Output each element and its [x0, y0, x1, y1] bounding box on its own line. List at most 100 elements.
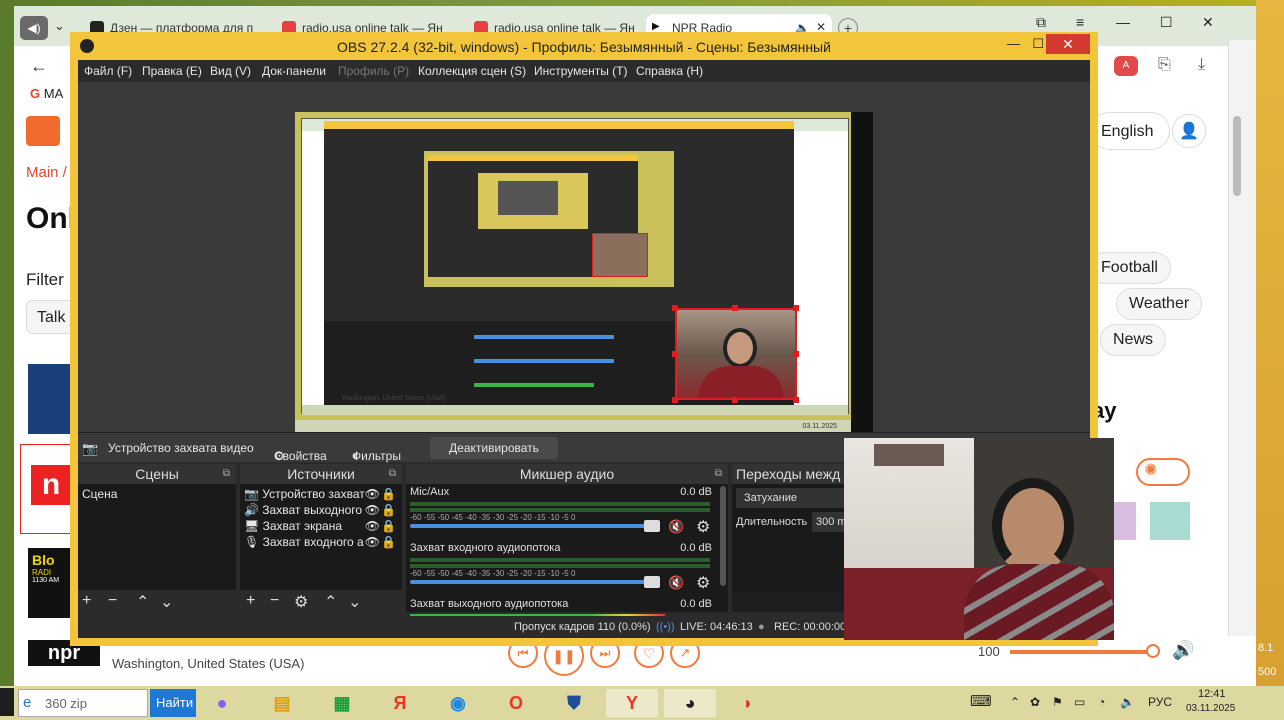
- network-icon[interactable]: ▭: [1074, 695, 1085, 709]
- menu-scene-collection[interactable]: Коллекция сцен (S): [418, 64, 526, 78]
- gmail-bookmark[interactable]: G MA: [30, 86, 63, 101]
- chevron-down-icon[interactable]: ⌄: [54, 18, 65, 34]
- menu-tools[interactable]: Инструменты (T): [534, 64, 627, 78]
- vpn-shield-icon[interactable]: ⛊: [548, 689, 600, 717]
- deactivate-button[interactable]: Деактивировать: [430, 437, 558, 459]
- volume-knob[interactable]: [644, 576, 660, 588]
- user-icon[interactable]: 👤: [1172, 114, 1206, 148]
- lock-icon[interactable]: 🔒: [381, 502, 396, 518]
- resize-handle[interactable]: [732, 397, 738, 403]
- minimize-icon[interactable]: —: [1116, 14, 1130, 30]
- add-icon[interactable]: +: [82, 592, 91, 610]
- obs-maximize-icon[interactable]: ☐: [1032, 36, 1044, 52]
- yandex-icon[interactable]: Я: [374, 689, 426, 717]
- eye-icon[interactable]: 👁: [365, 502, 380, 518]
- obs-icon[interactable]: ◕: [664, 689, 716, 717]
- volume-slider[interactable]: [410, 580, 650, 584]
- clock-time[interactable]: 12:41: [1198, 688, 1226, 700]
- speaker-icon[interactable]: 🔈: [1120, 695, 1135, 709]
- obs-preview-canvas[interactable]: Washington, United States (USA) 03.11.20: [295, 112, 873, 436]
- yandex-browser-icon[interactable]: Y: [606, 689, 658, 717]
- volume-knob[interactable]: [644, 520, 660, 532]
- clock-date[interactable]: 03.11.2025: [1186, 703, 1235, 714]
- browser-menu-icon[interactable]: ◀): [20, 16, 48, 40]
- resize-handle[interactable]: [672, 397, 678, 403]
- mixer-scrollbar[interactable]: [720, 486, 726, 586]
- lock-icon[interactable]: 🔒: [381, 518, 396, 534]
- close-window-icon[interactable]: ✕: [1202, 14, 1214, 31]
- add-icon[interactable]: +: [246, 592, 255, 610]
- resize-handle[interactable]: [732, 305, 738, 311]
- resize-handle[interactable]: [793, 351, 799, 357]
- menu-profile[interactable]: Профиль (P): [338, 64, 409, 78]
- share-icon[interactable]: ⎘: [1158, 56, 1171, 74]
- chip-weather[interactable]: Weather: [1116, 288, 1203, 320]
- hamburger-icon[interactable]: ≡: [1076, 14, 1084, 30]
- move-down-icon[interactable]: ⌄: [348, 592, 361, 612]
- resize-handle[interactable]: [672, 305, 678, 311]
- obs-minimize-icon[interactable]: —: [1007, 36, 1020, 51]
- undock-icon[interactable]: ⧉: [223, 464, 230, 484]
- menu-view[interactable]: Вид (V): [210, 64, 251, 78]
- source-item[interactable]: 🔊 Захват выходного 👁 🔒: [240, 502, 402, 518]
- start-edge[interactable]: [0, 688, 14, 716]
- site-logo[interactable]: [26, 116, 60, 146]
- opera-icon[interactable]: O: [490, 689, 542, 717]
- extension-icon[interactable]: A: [1114, 56, 1138, 76]
- move-up-icon[interactable]: ⌃: [324, 592, 337, 612]
- source-item[interactable]: 🎙 Захват входного а 👁 🔒: [240, 534, 402, 550]
- menu-help[interactable]: Справка (H): [636, 64, 703, 78]
- wifi-icon[interactable]: ◔: [1098, 695, 1105, 709]
- browser-scrollbar[interactable]: [1228, 40, 1256, 680]
- volume-slider[interactable]: [410, 524, 650, 528]
- edge-icon[interactable]: ◉: [432, 689, 484, 717]
- sun-toggle-icon[interactable]: ✺: [1136, 458, 1190, 486]
- file-explorer-icon[interactable]: ▤: [256, 689, 308, 717]
- chip-news[interactable]: News: [1100, 324, 1167, 356]
- source-item[interactable]: 🖥 Захват экрана 👁 🔒: [240, 518, 402, 534]
- alice-icon[interactable]: ●: [196, 689, 248, 717]
- store-icon[interactable]: ▦: [316, 689, 368, 717]
- muted-speaker-icon[interactable]: 🔇: [668, 575, 684, 591]
- lock-icon[interactable]: 🔒: [381, 534, 396, 550]
- obs-close-button[interactable]: ✕: [1046, 34, 1090, 54]
- chip-football[interactable]: Football: [1088, 252, 1171, 284]
- scene-item[interactable]: Сцена: [78, 486, 236, 502]
- eye-icon[interactable]: 👁: [365, 518, 380, 534]
- bookmarks-icon[interactable]: ⧉: [1036, 14, 1046, 31]
- download-icon[interactable]: ⤓: [1198, 56, 1205, 74]
- keyboard-icon[interactable]: ⌨: [970, 692, 992, 710]
- gear-icon[interactable]: ⚙: [696, 517, 710, 537]
- move-down-icon[interactable]: ⌄: [160, 592, 173, 612]
- webcam-source-selected[interactable]: [675, 308, 797, 400]
- tray-app-icon[interactable]: ✿: [1030, 695, 1040, 709]
- muted-speaker-icon[interactable]: 🔇: [668, 519, 684, 535]
- sources-list[interactable]: 📷 Устройство захват 👁 🔒 🔊 Захват выходно…: [240, 484, 402, 592]
- breadcrumb[interactable]: Main /: [26, 164, 67, 181]
- transition-select[interactable]: Затухание: [736, 488, 846, 508]
- eye-icon[interactable]: 👁: [365, 486, 380, 502]
- menu-file[interactable]: Файл (F): [84, 64, 132, 78]
- maximize-icon[interactable]: ☐: [1160, 14, 1173, 31]
- scenes-list[interactable]: Сцена: [78, 484, 236, 592]
- volume-icon[interactable]: 🔊: [1172, 640, 1194, 661]
- back-icon[interactable]: ←: [30, 56, 48, 77]
- undock-icon[interactable]: ⧉: [715, 464, 722, 484]
- volume-knob[interactable]: [1146, 644, 1160, 658]
- language-button[interactable]: English: [1090, 112, 1170, 150]
- remove-icon[interactable]: −: [108, 592, 117, 610]
- lock-icon[interactable]: 🔒: [381, 486, 396, 502]
- tray-up-icon[interactable]: ⌃: [1010, 695, 1020, 709]
- undock-icon[interactable]: ⧉: [389, 464, 396, 484]
- menu-edit[interactable]: Правка (E): [142, 64, 202, 78]
- scrollbar-thumb[interactable]: [1233, 116, 1241, 196]
- resize-handle[interactable]: [672, 351, 678, 357]
- app-icon[interactable]: ◗: [722, 689, 774, 717]
- taskbar-search-input[interactable]: e 360 zip: [18, 689, 148, 717]
- volume-slider[interactable]: [1010, 650, 1156, 654]
- resize-handle[interactable]: [793, 305, 799, 311]
- menu-docks[interactable]: Док-панели: [262, 64, 326, 78]
- source-item[interactable]: 📷 Устройство захват 👁 🔒: [240, 486, 402, 502]
- move-up-icon[interactable]: ⌃: [136, 592, 149, 612]
- gear-icon[interactable]: ⚙: [696, 573, 710, 593]
